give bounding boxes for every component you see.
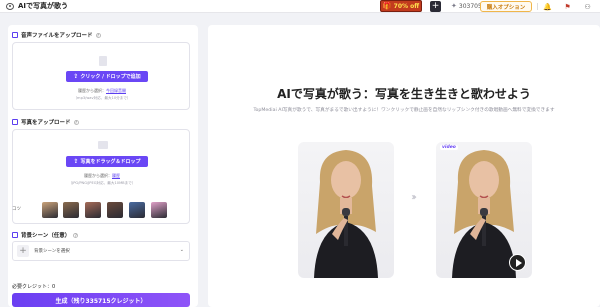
user-icon[interactable]: ⚇	[583, 2, 592, 11]
audio-format-hint: （mp3/wav対応、最大10分まで）	[73, 96, 131, 100]
page-subtitle: TopMediai AI写真が歌うで、写真がまるで歌い出すように！ワンクリックで…	[253, 108, 555, 113]
toolbar-divider	[537, 3, 538, 10]
chevron-down-icon: ⌄	[179, 247, 184, 253]
background-section-title: 背景シーン（任意） ?	[12, 231, 79, 239]
audio-upload-button[interactable]: ⇪ クリック / ドロップで追加	[66, 71, 148, 82]
create-button[interactable]: +	[430, 1, 441, 12]
background-select-text: 背景シーンを選択	[34, 249, 70, 254]
help-icon[interactable]: ?	[95, 32, 101, 38]
gift-icon: 🎁	[382, 2, 392, 10]
credits-count: 303705	[458, 2, 482, 10]
upload-icon: ⇪	[73, 73, 79, 80]
help-icon[interactable]: ?	[73, 119, 79, 125]
app-logo-icon[interactable]	[6, 2, 14, 10]
image-placeholder-icon	[98, 141, 108, 149]
generate-label: 生成（残り335715クレジット）	[55, 297, 147, 305]
background-section-label: 背景シーン（任意）	[21, 233, 71, 239]
video-tag: video	[440, 145, 458, 150]
background-select[interactable]: + 背景シーンを選択 ⌄	[12, 241, 190, 261]
photo-history-row: 履歴から選択：履歴	[13, 173, 191, 179]
audio-section-label: 音声ファイルをアップロード	[21, 33, 93, 39]
play-icon[interactable]	[509, 254, 526, 271]
photo-format-hint: （JPG/PNG/JPEG対応、最大10MBまで）	[68, 181, 136, 185]
sample-thumb[interactable]	[63, 202, 79, 218]
audio-history-label: 履歴から選択：	[78, 88, 106, 93]
sample-thumb[interactable]	[151, 202, 167, 218]
sample-thumb[interactable]	[42, 202, 58, 218]
preview-panel: AIで写真が歌う：写真を生き生きと歌わせよう TopMediai AI写真が歌う…	[208, 25, 600, 307]
portrait-illustration	[314, 150, 378, 278]
before-photo	[298, 142, 394, 278]
audio-file-icon	[12, 32, 18, 38]
samples-label: コツ	[12, 207, 21, 212]
photo-section-title: 写真をアップロード ?	[12, 118, 79, 126]
transform-arrow-icon: ›››	[411, 192, 417, 203]
plus-icon: +	[17, 245, 29, 257]
file-icon	[99, 56, 107, 66]
image-icon	[12, 119, 18, 125]
promo-badge[interactable]: 🎁 70% off	[380, 0, 422, 12]
buy-options-label: 購入オプション	[486, 4, 526, 11]
upload-icon: ⇪	[73, 158, 79, 165]
photo-history-label: 履歴から選択：	[84, 173, 112, 178]
audio-history-link[interactable]: 今回録音開	[106, 88, 126, 93]
photo-history-link[interactable]: 履歴	[112, 173, 120, 178]
audio-dropzone[interactable]: ⇪ クリック / ドロップで追加 履歴から選択：今回録音開 （mp3/wav対応…	[12, 42, 190, 110]
photo-upload-label: 写真をドラッグ＆ドロップ	[80, 159, 141, 165]
audio-history-row: 履歴から選択：今回録音開	[13, 88, 191, 94]
help-icon[interactable]: ?	[73, 232, 79, 238]
scene-icon	[12, 232, 18, 238]
after-video[interactable]: video	[436, 142, 532, 278]
sparkle-icon: ✦	[451, 2, 457, 10]
credits-display: ✦ 303705	[451, 2, 482, 10]
photo-section-label: 写真をアップロード	[21, 120, 71, 126]
photo-upload-button[interactable]: ⇪ 写真をドラッグ＆ドロップ	[66, 156, 148, 167]
sample-thumb[interactable]	[107, 202, 123, 218]
buy-options-button[interactable]: 購入オプション	[480, 1, 532, 12]
generate-button[interactable]: 生成（残り335715クレジット）	[12, 293, 190, 307]
app-title: AIで写真が歌う	[18, 2, 69, 10]
page-headline: AIで写真が歌う：写真を生き生きと歌わせよう	[277, 87, 531, 101]
sample-thumb[interactable]	[85, 202, 101, 218]
required-credits: 必要クレジット：0	[12, 284, 56, 290]
sample-thumb[interactable]	[129, 202, 145, 218]
bell-icon[interactable]: 🔔	[543, 2, 552, 11]
audio-section-title: 音声ファイルをアップロード ?	[12, 31, 101, 39]
promo-label: 70% off	[393, 2, 420, 10]
audio-upload-label: クリック / ドロップで追加	[80, 74, 141, 80]
language-flag-icon[interactable]: ⚑	[563, 2, 572, 11]
